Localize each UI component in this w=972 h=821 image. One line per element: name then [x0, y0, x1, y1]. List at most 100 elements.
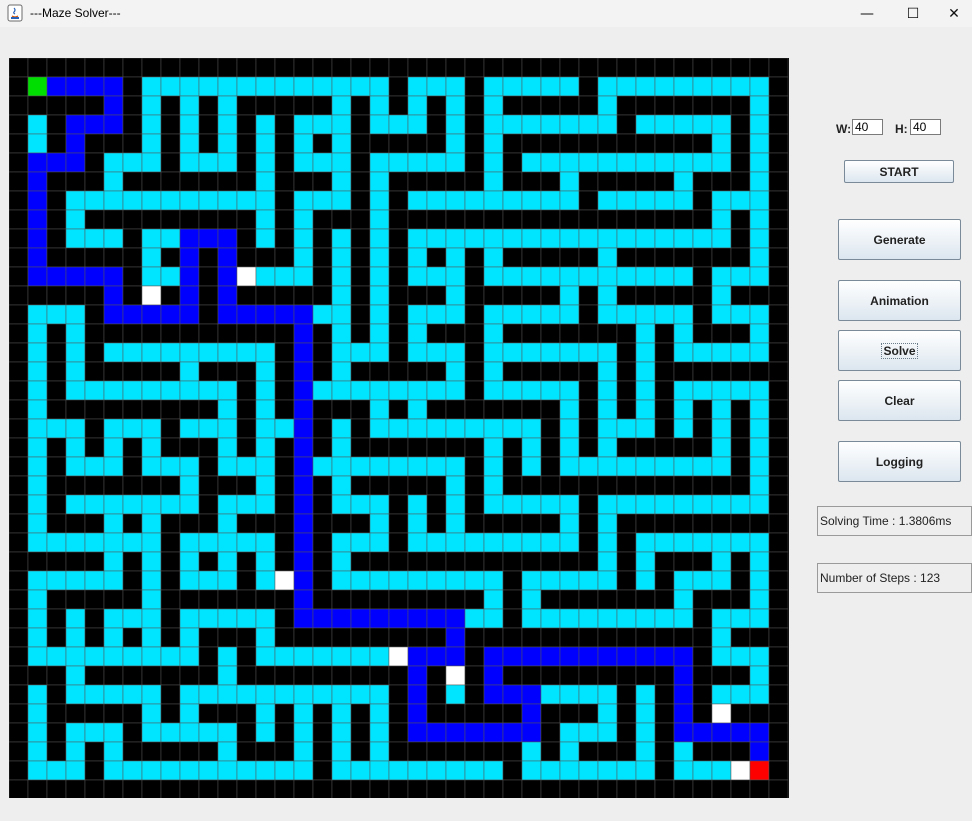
solve-button[interactable]: Solve — [838, 330, 961, 371]
maze-cell — [673, 494, 694, 515]
maze-cell — [369, 646, 390, 667]
maze-cell — [274, 475, 295, 496]
maze-cell — [635, 760, 656, 781]
maze-cell — [483, 722, 504, 743]
maze-cell — [179, 494, 200, 515]
maze-cell — [9, 228, 29, 249]
maze-cell — [9, 513, 29, 534]
maze-cell — [255, 247, 276, 268]
maze-cell — [673, 133, 694, 154]
maze-cell — [654, 551, 675, 572]
maze-cell — [578, 399, 599, 420]
maze-cell — [388, 608, 409, 629]
clear-button[interactable]: Clear — [838, 380, 961, 421]
maze-cell — [350, 418, 371, 439]
maze-cell — [9, 665, 29, 686]
maze-canvas[interactable] — [9, 58, 789, 798]
maze-cell — [236, 76, 257, 97]
maze-cell — [274, 133, 295, 154]
maze-cell — [65, 247, 86, 268]
maze-cell — [407, 418, 428, 439]
maze-cell — [426, 456, 447, 477]
maze-cell — [274, 247, 295, 268]
maze-cell — [654, 722, 675, 743]
maze-cell — [331, 247, 352, 268]
maze-cell — [255, 285, 276, 306]
maximize-button[interactable]: ☐ — [890, 0, 936, 27]
maze-cell — [635, 589, 656, 610]
width-field[interactable]: 40 — [852, 119, 883, 135]
start-button[interactable]: START — [844, 160, 954, 183]
maze-cell — [768, 570, 789, 591]
maze-cell — [502, 475, 523, 496]
maze-cell — [65, 76, 86, 97]
logging-button[interactable]: Logging — [838, 441, 961, 482]
maze-cell — [635, 627, 656, 648]
maze-cell — [578, 589, 599, 610]
maze-cell — [9, 741, 29, 762]
height-field[interactable]: 40 — [910, 119, 941, 135]
maze-cell — [616, 342, 637, 363]
maze-cell — [559, 133, 580, 154]
maze-cell — [331, 152, 352, 173]
maze-cell — [179, 703, 200, 724]
maze-cell — [407, 589, 428, 610]
maze-cell — [730, 95, 751, 116]
maze-cell — [521, 532, 542, 553]
minimize-button[interactable]: — — [844, 0, 890, 27]
maze-cell — [616, 703, 637, 724]
maze-cell — [65, 133, 86, 154]
maze-cell — [407, 722, 428, 743]
maze-cell — [65, 342, 86, 363]
maze-cell — [768, 779, 789, 798]
maze-cell — [616, 171, 637, 192]
maze-cell — [9, 304, 29, 325]
maze-cell — [768, 304, 789, 325]
animation-button[interactable]: Animation — [838, 280, 961, 321]
maze-cell — [540, 684, 561, 705]
maze-cell — [27, 608, 48, 629]
maze-cell — [540, 418, 561, 439]
maze-cell — [426, 760, 447, 781]
maze-cell — [635, 209, 656, 230]
maze-cell — [464, 95, 485, 116]
maze-cell — [597, 608, 618, 629]
maze-cell — [445, 323, 466, 344]
maze-cell — [255, 589, 276, 610]
maze-cell — [312, 589, 333, 610]
maze-cell — [559, 76, 580, 97]
maze-cell — [274, 703, 295, 724]
maze-cell — [483, 551, 504, 572]
maze-cell — [65, 513, 86, 534]
maze-cell — [369, 190, 390, 211]
maze-cell — [331, 209, 352, 230]
maze-cell — [369, 722, 390, 743]
maze-cell — [388, 58, 409, 78]
maze-cell — [388, 494, 409, 515]
maze-cell — [445, 171, 466, 192]
maze-cell — [464, 228, 485, 249]
maze-cell — [407, 228, 428, 249]
maze-cell — [711, 475, 732, 496]
maze-cell — [27, 114, 48, 135]
maze-cell — [464, 361, 485, 382]
maze-cell — [84, 342, 105, 363]
maze-cell — [426, 133, 447, 154]
maze-cell — [426, 475, 447, 496]
maze-cell — [179, 627, 200, 648]
maze-cell — [84, 95, 105, 116]
maze-cell — [407, 703, 428, 724]
maze-cell — [578, 513, 599, 534]
maze-cell — [654, 494, 675, 515]
maze-cell — [673, 475, 694, 496]
maze-cell — [559, 323, 580, 344]
maze-cell — [160, 95, 181, 116]
generate-button[interactable]: Generate — [838, 219, 961, 260]
maze-cell — [692, 114, 713, 135]
maze-cell — [122, 323, 143, 344]
close-button[interactable]: ✕ — [936, 0, 972, 27]
maze-cell — [483, 608, 504, 629]
maze-cell — [331, 399, 352, 420]
maze-cell — [711, 703, 732, 724]
maze-cell — [27, 703, 48, 724]
